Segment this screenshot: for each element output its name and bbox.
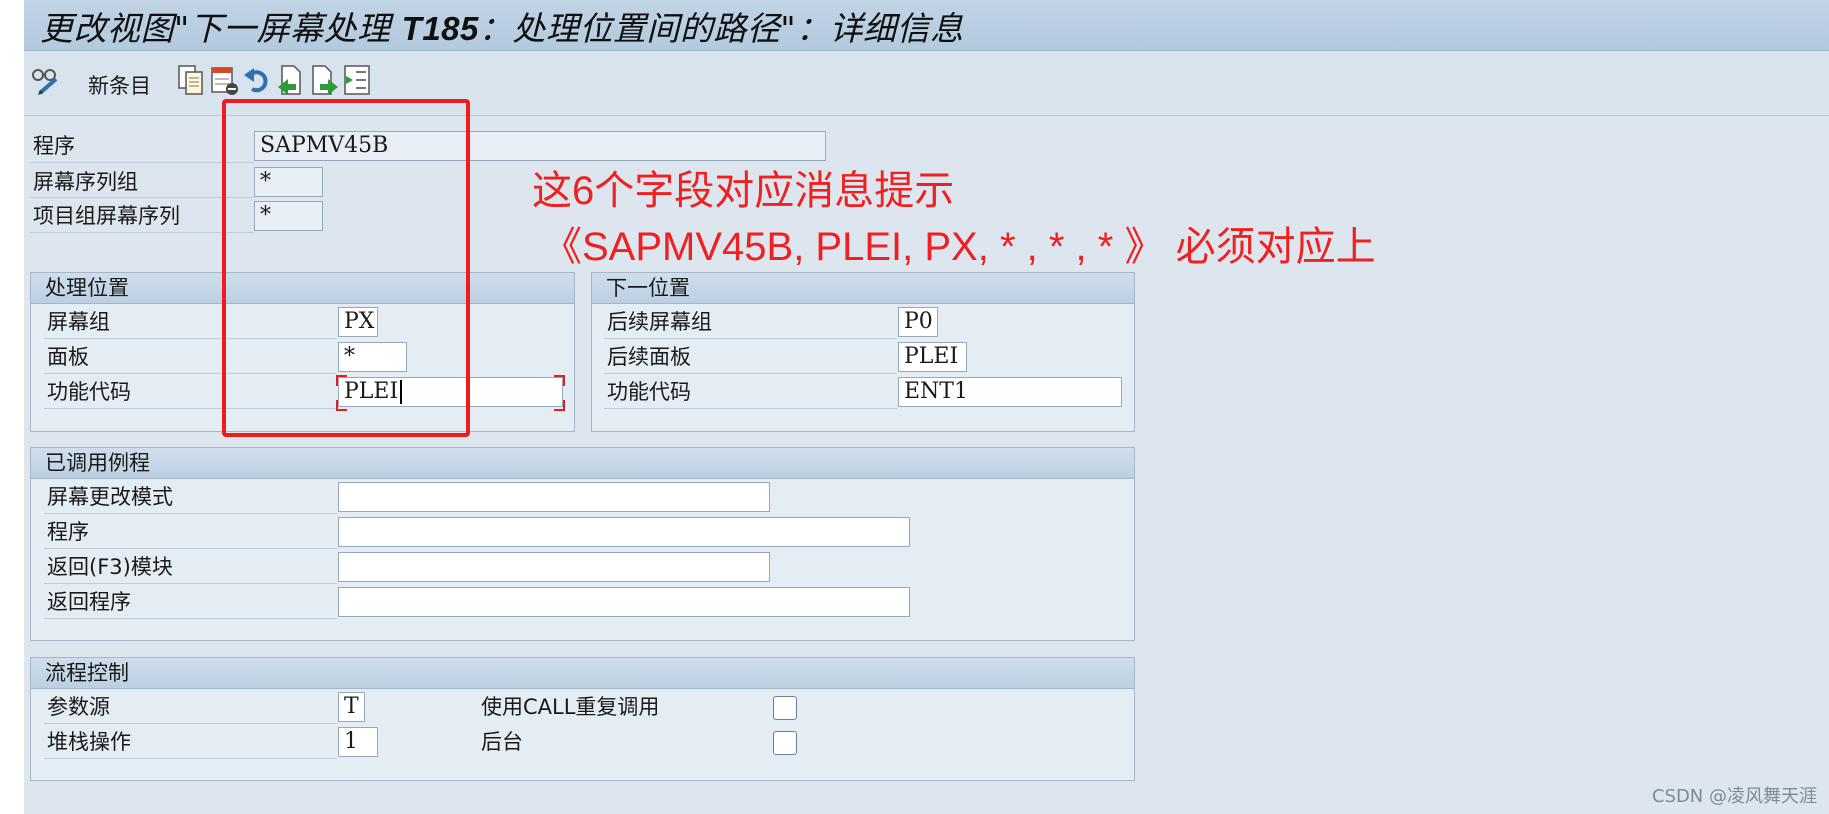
label-underline — [604, 338, 897, 339]
group-title: 处理位置 — [45, 276, 129, 300]
label-underline — [44, 723, 337, 724]
routine-program-label: 程序 — [47, 520, 89, 544]
background-label: 后台 — [481, 730, 523, 754]
title-bar: 更改视图"下一屏幕处理 T185：处理位置间的路径"：详细信息 — [24, 0, 1829, 51]
group-title: 流程控制 — [45, 661, 129, 685]
fcode-label: 功能代码 — [47, 380, 131, 404]
back-module-label: 返回(F3)模块 — [47, 555, 173, 579]
annotation-highlight-box — [222, 99, 470, 437]
copy-icon[interactable] — [176, 63, 206, 97]
undo-icon[interactable] — [242, 63, 272, 97]
next-screen-group-field[interactable]: P0 — [898, 307, 938, 337]
back-program-field[interactable] — [338, 587, 910, 617]
next-entry-icon[interactable] — [310, 63, 340, 97]
label-underline — [30, 197, 254, 198]
next-panel-label: 后续面板 — [607, 345, 691, 369]
next-fcode-label: 功能代码 — [607, 380, 691, 404]
group-title: 下一位置 — [606, 276, 690, 300]
group-header: 下一位置 — [592, 273, 1134, 304]
label-underline — [44, 618, 337, 619]
label-underline — [44, 548, 337, 549]
new-entries-button[interactable]: 新条目 — [88, 70, 151, 100]
screen-seq-group-label: 屏幕序列组 — [33, 170, 138, 194]
use-call-checkbox[interactable] — [773, 696, 797, 720]
label-underline — [44, 583, 337, 584]
label-underline — [604, 408, 897, 409]
program-label: 程序 — [33, 134, 75, 158]
label-underline — [44, 758, 337, 759]
watermark: CSDN @凌风舞天涯 — [1651, 786, 1817, 807]
param-source-field[interactable]: T — [338, 692, 365, 722]
panel-label: 面板 — [47, 345, 89, 369]
param-source-label: 参数源 — [47, 695, 110, 719]
annotation-line2: 《SAPMV45B, PLEI, PX, * , * , * 》 必须对应上 — [542, 225, 1376, 269]
glasses-edit-icon[interactable] — [30, 63, 60, 97]
focus-corner — [554, 375, 565, 386]
stack-op-label: 堆栈操作 — [47, 730, 131, 754]
annotation-line1: 这6个字段对应消息提示 — [532, 169, 955, 213]
group-title: 已调用例程 — [45, 451, 150, 475]
routine-program-field[interactable] — [338, 517, 910, 547]
next-screen-group-label: 后续屏幕组 — [607, 310, 712, 334]
page-title: 更改视图"下一屏幕处理 T185：处理位置间的路径"：详细信息 — [40, 9, 964, 48]
group-header: 已调用例程 — [31, 448, 1134, 479]
next-fcode-field[interactable]: ENT1 — [898, 377, 1122, 407]
label-underline — [44, 513, 337, 514]
back-module-field[interactable] — [338, 552, 770, 582]
previous-entry-icon[interactable] — [276, 63, 306, 97]
label-underline — [30, 232, 254, 233]
back-program-label: 返回程序 — [47, 590, 131, 614]
stack-op-field[interactable]: 1 — [338, 727, 378, 757]
select-block-icon[interactable] — [342, 63, 372, 97]
next-panel-field[interactable]: PLEI — [898, 342, 967, 372]
background-checkbox[interactable] — [773, 731, 797, 755]
screen-change-mode-label: 屏幕更改模式 — [47, 485, 173, 509]
focus-corner — [554, 400, 565, 411]
label-underline — [30, 162, 254, 163]
delete-icon[interactable] — [210, 63, 240, 97]
left-edge — [0, 0, 25, 814]
screen-group-label: 屏幕组 — [47, 310, 110, 334]
use-call-label: 使用CALL重复调用 — [481, 695, 660, 719]
item-group-screen-seq-label: 项目组屏幕序列 — [33, 204, 180, 228]
screen-change-mode-field[interactable] — [338, 482, 770, 512]
group-header: 流程控制 — [31, 658, 1134, 689]
label-underline — [604, 373, 897, 374]
